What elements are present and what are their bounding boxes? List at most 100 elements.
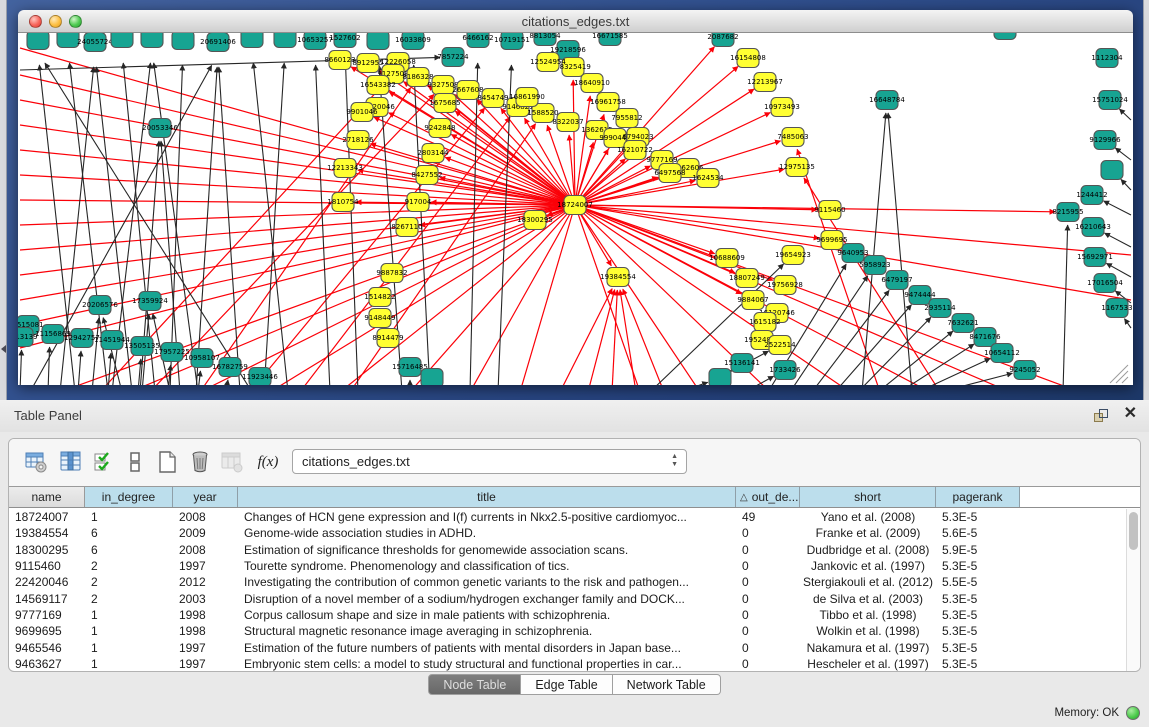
network-node[interactable]	[952, 314, 974, 333]
delete-table-icon[interactable]	[187, 449, 213, 475]
table-cell-name[interactable]: 9463627	[9, 657, 85, 671]
table-cell-name[interactable]: 9115460	[9, 559, 85, 573]
network-node[interactable]	[819, 201, 841, 220]
network-node[interactable]	[332, 193, 354, 212]
table-cell-short[interactable]: Nakamura et al. (1997)	[800, 641, 936, 655]
network-node[interactable]	[149, 119, 171, 138]
network-node[interactable]	[399, 358, 421, 377]
table-cell-pagerank[interactable]: 5.3E-5	[936, 657, 1020, 671]
network-canvas[interactable]: 2405572420691406106532571527602160338097…	[18, 33, 1133, 385]
table-cell-title[interactable]: Structural magnetic resonance image aver…	[238, 624, 736, 638]
table-cell-year[interactable]: 2008	[173, 543, 238, 557]
network-node[interactable]	[396, 218, 418, 237]
table-cell-out_de[interactable]: 0	[736, 543, 800, 557]
table-cell-in_degree[interactable]: 1	[85, 510, 173, 524]
tab-network-table[interactable]: Network Table	[613, 674, 721, 695]
network-node[interactable]	[172, 33, 194, 50]
network-node[interactable]	[1084, 248, 1106, 267]
network-node[interactable]	[864, 256, 886, 275]
table-cell-short[interactable]: Yano et al. (2008)	[800, 510, 936, 524]
network-node[interactable]	[429, 119, 451, 138]
network-node[interactable]	[111, 33, 133, 48]
network-node[interactable]	[416, 166, 438, 185]
table-cell-title[interactable]: Tourette syndrome. Phenomenology and cla…	[238, 559, 736, 573]
network-node[interactable]	[381, 264, 403, 283]
network-node[interactable]	[736, 269, 758, 288]
network-node[interactable]	[304, 33, 326, 50]
network-node[interactable]	[274, 33, 296, 48]
table-cell-short[interactable]: de Silva et al. (2003)	[800, 592, 936, 606]
network-node[interactable]	[89, 296, 111, 315]
table-cell-out_de[interactable]: 0	[736, 657, 800, 671]
network-node[interactable]	[57, 33, 79, 48]
column-header-name[interactable]: name	[9, 487, 85, 507]
scrollbar-thumb[interactable]	[1129, 512, 1138, 550]
network-node[interactable]	[712, 33, 734, 47]
network-node[interactable]	[334, 33, 356, 48]
network-node[interactable]	[467, 33, 489, 48]
table-row[interactable]: 1456911722003Disruption of a novel membe…	[9, 590, 1126, 606]
network-node[interactable]	[407, 193, 429, 212]
network-node[interactable]	[737, 49, 759, 68]
network-node[interactable]	[139, 292, 161, 311]
network-node[interactable]	[1057, 203, 1079, 222]
network-node[interactable]	[369, 288, 391, 307]
tab-edge-table[interactable]: Edge Table	[521, 674, 612, 695]
network-node[interactable]	[909, 286, 931, 305]
network-node[interactable]	[1094, 274, 1116, 293]
network-node[interactable]	[754, 313, 776, 332]
row-check-icon[interactable]	[91, 449, 117, 475]
table-cell-out_de[interactable]: 49	[736, 510, 800, 524]
network-node[interactable]	[697, 169, 719, 188]
column-header-year[interactable]: year	[173, 487, 238, 507]
network-node[interactable]	[821, 231, 843, 250]
network-node[interactable]	[421, 369, 443, 386]
network-node[interactable]	[407, 68, 429, 87]
table-cell-name[interactable]: 9465546	[9, 641, 85, 655]
network-node[interactable]	[624, 141, 646, 160]
network-node[interactable]	[434, 94, 456, 113]
network-node[interactable]	[18, 328, 33, 347]
table-cell-pagerank[interactable]: 5.3E-5	[936, 641, 1020, 655]
table-row[interactable]: 946362711997Embryonic stem cells: a mode…	[9, 656, 1126, 671]
network-node[interactable]	[351, 103, 373, 122]
network-node[interactable]	[1081, 186, 1103, 205]
network-node[interactable]	[27, 33, 49, 50]
network-node[interactable]	[1096, 49, 1118, 68]
table-cell-out_de[interactable]: 0	[736, 592, 800, 606]
network-node[interactable]	[482, 89, 504, 108]
column-header-title[interactable]: title	[238, 487, 736, 507]
tab-node-table[interactable]: Node Table	[428, 674, 521, 695]
table-cell-in_degree[interactable]: 1	[85, 641, 173, 655]
network-node[interactable]	[557, 41, 579, 60]
table-cell-pagerank[interactable]: 5.3E-5	[936, 592, 1020, 606]
table-row[interactable]: 1872400712008Changes of HCN gene express…	[9, 509, 1126, 525]
float-panel-icon[interactable]	[1094, 409, 1109, 423]
domino-icon[interactable]	[122, 449, 148, 475]
network-node[interactable]	[709, 369, 731, 386]
table-cell-name[interactable]: 22420046	[9, 575, 85, 589]
network-node[interactable]	[524, 211, 546, 230]
network-node[interactable]	[161, 343, 183, 362]
table-row[interactable]: 977716911998Corpus callosum shape and si…	[9, 607, 1126, 623]
network-node[interactable]	[994, 33, 1016, 40]
memory-ok-led-icon[interactable]	[1126, 706, 1140, 720]
table-cell-in_degree[interactable]: 1	[85, 657, 173, 671]
table-cell-title[interactable]: Corpus callosum shape and size in male p…	[238, 608, 736, 622]
function-builder-icon[interactable]: f(x)	[255, 449, 281, 475]
network-node[interactable]	[929, 299, 951, 318]
table-cell-out_de[interactable]: 0	[736, 559, 800, 573]
network-node[interactable]	[774, 276, 796, 295]
table-cell-in_degree[interactable]: 1	[85, 624, 173, 638]
table-cell-name[interactable]: 18300295	[9, 543, 85, 557]
table-cell-short[interactable]: Dudbridge et al. (2008)	[800, 543, 936, 557]
network-node[interactable]	[369, 309, 391, 328]
network-node[interactable]	[219, 358, 241, 377]
column-visibility-icon[interactable]	[58, 449, 84, 475]
network-node[interactable]	[537, 53, 559, 72]
table-cell-year[interactable]: 2009	[173, 526, 238, 540]
network-node[interactable]	[974, 328, 996, 347]
table-cell-title[interactable]: Embryonic stem cells: a model to study s…	[238, 657, 736, 671]
table-row[interactable]: 946554611997Estimation of the future num…	[9, 639, 1126, 655]
table-cell-year[interactable]: 2012	[173, 575, 238, 589]
